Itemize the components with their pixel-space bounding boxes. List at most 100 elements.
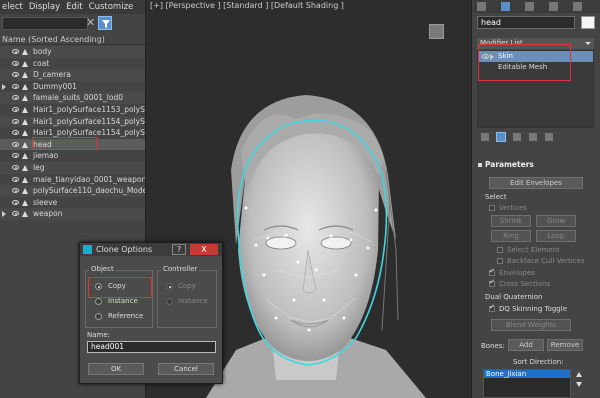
remove-modifier-icon[interactable] [529, 133, 537, 141]
eye-icon[interactable] [12, 211, 19, 217]
sort-up-icon[interactable] [576, 372, 582, 377]
eye-icon[interactable] [12, 141, 19, 147]
menu-select[interactable]: elect [2, 2, 23, 12]
modifier-skin[interactable]: Skin [478, 51, 593, 62]
highlight-box [88, 277, 152, 298]
eye-icon[interactable] [12, 199, 19, 205]
scene-list-item[interactable]: famale_suits_0001_lod0 [0, 92, 145, 104]
eye-icon[interactable] [12, 188, 19, 194]
hierarchy-tab-icon[interactable] [525, 2, 534, 11]
scene-list-item[interactable]: Dummy001 [0, 81, 145, 93]
edit-envelopes-button[interactable]: Edit Envelopes [489, 177, 583, 189]
remove-bone-button[interactable]: Remove [547, 339, 583, 351]
shrink-button[interactable]: Shrink [491, 215, 531, 227]
configure-sets-icon[interactable] [545, 133, 553, 141]
eye-icon[interactable] [12, 95, 19, 101]
menu-display[interactable]: Display [29, 2, 60, 12]
vertices-label: Vertices [499, 204, 527, 212]
scene-list-item[interactable]: male_tianyidao_0001_weapon [0, 174, 145, 186]
close-button[interactable]: X [190, 244, 218, 255]
help-button[interactable]: ? [172, 244, 186, 255]
filter-icon[interactable] [98, 16, 112, 30]
eye-icon[interactable] [12, 83, 19, 89]
modifier-list-dropdown[interactable]: Modifier List [477, 38, 594, 49]
bones-list[interactable]: Bone_Jixian [483, 369, 571, 398]
eye-icon[interactable] [12, 106, 19, 112]
eye-icon[interactable] [12, 176, 19, 182]
dq-skinning-checkbox[interactable] [489, 303, 495, 312]
sort-down-icon[interactable] [576, 382, 582, 387]
name-column-header[interactable]: Name (Sorted Ascending) [0, 34, 145, 45]
scene-list-item[interactable]: coat [0, 58, 145, 70]
loop-button[interactable]: Loop [536, 230, 576, 242]
display-tab-icon[interactable] [573, 2, 582, 11]
search-input[interactable] [2, 17, 88, 30]
bone-list-item[interactable]: Bone_Jixian [484, 370, 570, 378]
modifier-editable-mesh[interactable]: Editable Mesh [478, 62, 593, 73]
scene-object-list: body coat D_camera Dummy001 famale_suits_000… [0, 46, 145, 220]
scene-list-item[interactable]: body [0, 46, 145, 58]
scene-list-item[interactable]: sleeve [0, 197, 145, 209]
scene-list-item[interactable]: D_camera [0, 69, 145, 81]
ring-button[interactable]: Ring [491, 230, 531, 242]
scene-item-label: polySurface110_daochu_Mode [33, 186, 145, 196]
clone-name-field[interactable]: head001 [87, 341, 216, 353]
modify-tab-icon[interactable] [501, 2, 510, 11]
sort-direction-label: Sort Direction: [513, 358, 564, 366]
make-unique-icon[interactable] [513, 133, 521, 141]
menu-customize[interactable]: Customize [89, 2, 134, 12]
create-tab-icon[interactable] [477, 2, 486, 11]
eye-icon[interactable] [482, 54, 489, 59]
add-bone-button[interactable]: Add [508, 339, 544, 351]
scene-list-item[interactable]: Hair1_polySurface1153_polySu [0, 104, 145, 116]
scene-item-label: Dummy001 [33, 81, 77, 91]
scene-list-item[interactable]: jiemao [0, 150, 145, 162]
show-end-result-icon[interactable] [496, 132, 506, 142]
controller-instance-radio[interactable] [166, 298, 173, 305]
select-element-checkbox[interactable] [497, 247, 503, 253]
pin-stack-icon[interactable] [481, 133, 489, 141]
menu-edit[interactable]: Edit [66, 2, 82, 12]
envelopes-checkbox[interactable] [489, 267, 495, 276]
object-icon [22, 95, 28, 102]
ok-button[interactable]: OK [88, 363, 144, 375]
reference-radio[interactable] [95, 313, 102, 320]
object-name-field[interactable]: head [477, 16, 575, 29]
cancel-button[interactable]: Cancel [158, 363, 214, 375]
scene-list-item[interactable]: leg [0, 161, 145, 174]
expand-arrow-icon[interactable] [490, 54, 494, 60]
motion-tab-icon[interactable] [549, 2, 558, 11]
instance-radio[interactable] [95, 298, 102, 305]
backface-cull-checkbox[interactable] [497, 258, 503, 264]
object-group-label: Object [89, 265, 116, 273]
blend-weights-button[interactable]: Blend Weights [491, 319, 571, 331]
vertices-checkbox[interactable] [489, 205, 495, 211]
command-panel: head Modifier List Skin Editable Mesh Pa… [473, 0, 600, 398]
close-icon[interactable]: ✕ [86, 17, 95, 29]
scene-list-item[interactable]: Hair1_polySurface1154_polySu [0, 115, 145, 128]
parameters-rollout-header[interactable]: Parameters [477, 160, 594, 170]
eye-icon[interactable] [12, 49, 19, 54]
eye-icon[interactable] [12, 130, 19, 136]
select-element-label: Select Element [507, 246, 560, 254]
dq-skinning-label: DQ Skinning Toggle [499, 305, 567, 313]
expand-arrow-icon[interactable] [2, 83, 6, 90]
eye-icon[interactable] [12, 60, 19, 66]
eye-icon[interactable] [12, 118, 19, 124]
instance-label: Instance [108, 297, 138, 305]
scene-item-label: coat [33, 58, 50, 68]
controller-copy-radio[interactable] [166, 283, 173, 290]
reference-label: Reference [108, 312, 144, 320]
scene-list-item[interactable]: polySurface110_daochu_Mode [0, 185, 145, 197]
app-logo-icon [83, 245, 92, 254]
scene-list-item[interactable]: weapon [0, 208, 145, 220]
eye-icon[interactable] [12, 164, 19, 170]
viewcube[interactable] [429, 24, 444, 39]
object-color-swatch[interactable] [581, 16, 595, 29]
cross-sections-checkbox[interactable] [489, 278, 495, 287]
viewport-label[interactable]: [+] [Perspective ] [Standard ] [Default … [150, 1, 344, 10]
eye-icon[interactable] [12, 153, 19, 159]
eye-icon[interactable] [12, 72, 19, 78]
grow-button[interactable]: Grow [536, 215, 576, 227]
expand-arrow-icon[interactable] [2, 211, 6, 218]
